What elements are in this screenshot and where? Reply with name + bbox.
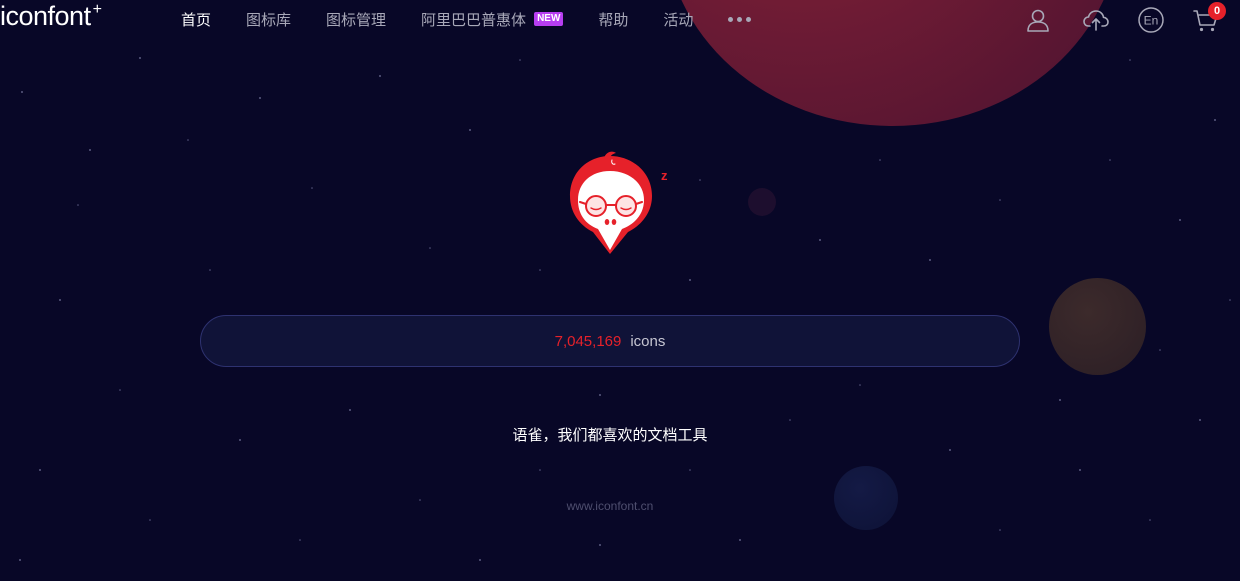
nav-label: 图标库: [246, 11, 292, 29]
nav-item-puhuiti-font[interactable]: 阿里巴巴普惠体 NEW: [421, 9, 564, 30]
hero-stage: iconfont+ 首页 图标库 图标管理 阿里巴巴普惠体 NEW 帮助 活动: [0, 0, 1240, 581]
dot: [737, 16, 743, 22]
logo-plus-mark: +: [92, 1, 102, 18]
cloud-upload-icon[interactable]: [1082, 6, 1110, 34]
planet-blue: [834, 466, 898, 530]
nav-item-help[interactable]: 帮助: [598, 9, 628, 30]
main-nav: 首页 图标库 图标管理 阿里巴巴普惠体 NEW 帮助 活动: [181, 8, 752, 30]
starfield-background: [19, 57, 1231, 561]
sleep-mark: z: [661, 168, 668, 183]
user-icon[interactable]: [1024, 6, 1052, 34]
icon-search-bar[interactable]: 7,045,169 icons: [200, 315, 1020, 367]
nav-item-icon-library[interactable]: 图标库: [246, 9, 291, 30]
nav-item-activities[interactable]: 活动: [663, 9, 693, 30]
nav-label: 图标管理: [326, 11, 387, 29]
top-header: iconfont+ 首页 图标库 图标管理 阿里巴巴普惠体 NEW 帮助 活动: [0, 0, 1240, 40]
nav-label: 活动: [663, 11, 694, 29]
nav-item-icon-management[interactable]: 图标管理: [326, 9, 386, 30]
iconfont-logo[interactable]: iconfont +: [0, 0, 102, 34]
nav-label: 阿里巴巴普惠体: [421, 11, 527, 29]
dot: [728, 16, 734, 22]
nav-label: 首页: [181, 11, 212, 29]
planet-small: [748, 188, 776, 216]
nav-item-home[interactable]: 首页: [181, 9, 211, 30]
logo-text: iconfont: [0, 1, 91, 31]
nav-label: 帮助: [598, 11, 629, 29]
site-url: www.iconfont.cn: [566, 499, 654, 513]
icon-count: 7,045,169: [554, 332, 622, 350]
language-label: En: [1144, 14, 1159, 28]
dot: [746, 16, 752, 22]
new-badge: NEW: [534, 12, 564, 26]
promo-tagline[interactable]: 语雀，我们都喜欢的文档工具: [0, 424, 1220, 445]
language-switch[interactable]: En: [1137, 6, 1165, 34]
cart-count-badge: 0: [1208, 2, 1226, 20]
sleeping-mascot-icon: z: [570, 151, 668, 254]
planet-brown: [1049, 278, 1146, 375]
more-dots-icon[interactable]: [728, 16, 752, 22]
icon-count-unit: icons: [630, 332, 666, 350]
